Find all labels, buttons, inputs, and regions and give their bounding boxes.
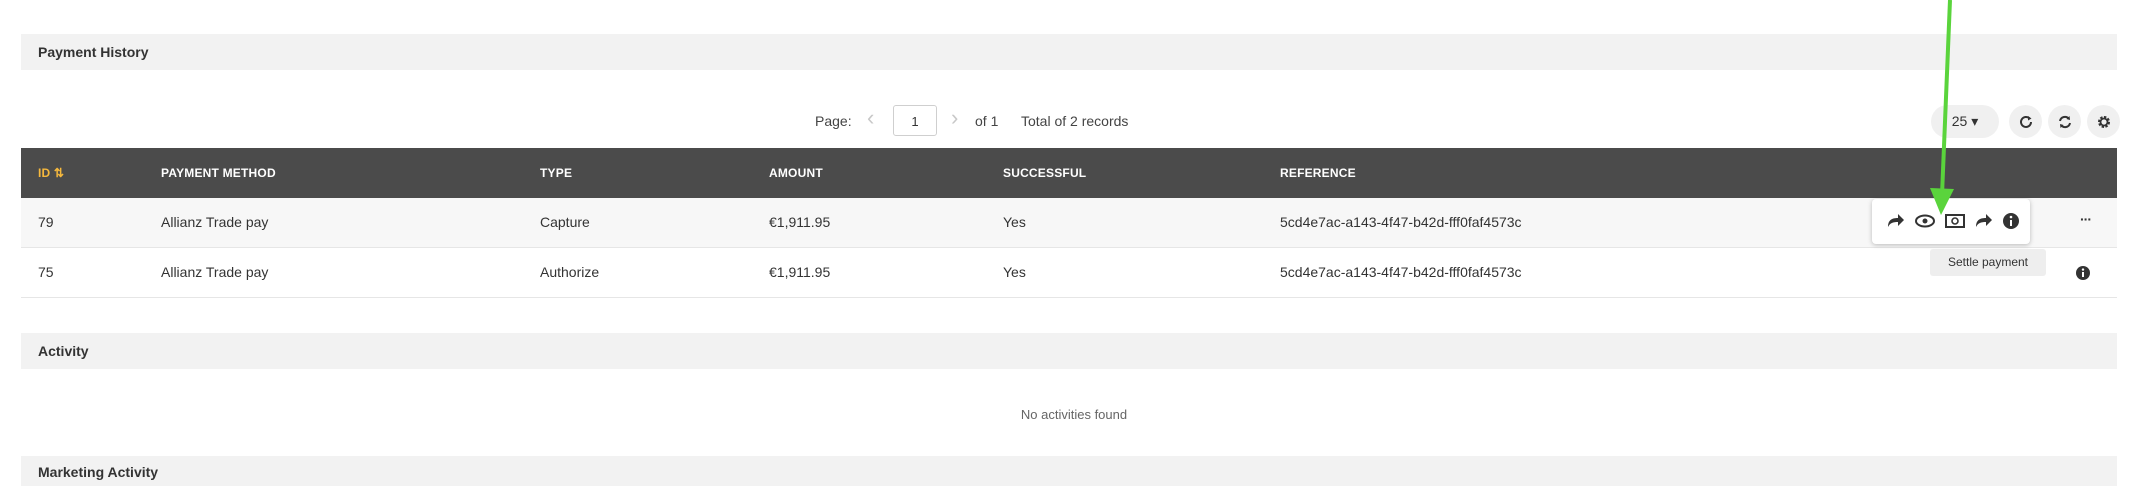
info-icon[interactable] [2000, 210, 2022, 232]
settings-button[interactable] [2087, 105, 2120, 138]
cell-amount: €1,911.95 [769, 214, 831, 230]
cell-id: 75 [38, 264, 54, 280]
forward-icon[interactable] [1884, 210, 1906, 232]
sync-button[interactable] [2048, 105, 2081, 138]
cell-reference: 5cd4e7ac-a143-4f47-b42d-fff0faf4573c [1280, 264, 1522, 280]
cell-successful: Yes [1003, 214, 1026, 230]
gear-icon [2097, 115, 2110, 128]
cell-successful: Yes [1003, 264, 1026, 280]
section-title: Activity [38, 343, 89, 359]
cell-type: Authorize [540, 264, 600, 280]
cell-amount: €1,911.95 [769, 264, 831, 280]
total-records: Total of 2 records [1021, 113, 1129, 129]
marketing-activity-section-header: Marketing Activity [21, 456, 2117, 486]
prev-page-button[interactable]: ‹ [867, 107, 874, 129]
section-title: Payment History [38, 44, 149, 60]
cell-reference: 5cd4e7ac-a143-4f47-b42d-fff0faf4573c [1280, 214, 1522, 230]
refresh-icon [2019, 115, 2032, 128]
cell-payment-method: Allianz Trade pay [161, 214, 269, 230]
table-row[interactable]: 79 Allianz Trade pay Capture €1,911.95 Y… [21, 198, 2117, 248]
row-more-button[interactable]: ··· [2080, 211, 2092, 227]
next-page-button[interactable]: › [951, 107, 958, 129]
cell-payment-method: Allianz Trade pay [161, 264, 269, 280]
column-header-id[interactable]: ID ⇅ [38, 166, 64, 180]
sync-icon [2058, 115, 2071, 128]
table-header: ID ⇅ PAYMENT METHOD TYPE AMOUNT SUCCESSF… [21, 148, 2117, 198]
column-header-payment-method[interactable]: PAYMENT METHOD [161, 166, 276, 180]
activity-section-header: Activity [21, 333, 2117, 369]
column-header-successful[interactable]: SUCCESSFUL [1003, 166, 1086, 180]
column-header-type[interactable]: TYPE [540, 166, 572, 180]
table-row[interactable]: 75 Allianz Trade pay Authorize €1,911.95… [21, 248, 2117, 298]
empty-activity-message: No activities found [1020, 407, 1128, 422]
settle-payment-tooltip: Settle payment [1930, 249, 2046, 276]
page-count: of 1 [975, 113, 999, 129]
annotation-arrow [1930, 0, 1954, 215]
refresh-button[interactable] [2009, 105, 2042, 138]
page-label: Page: [815, 113, 852, 129]
payment-history-section-header: Payment History [21, 34, 2117, 70]
column-header-amount[interactable]: AMOUNT [769, 166, 823, 180]
page-number-input[interactable]: 1 [893, 105, 937, 136]
info-icon[interactable] [2075, 265, 2091, 281]
forward-icon[interactable] [1972, 210, 1994, 232]
column-header-reference[interactable]: REFERENCE [1280, 166, 1356, 180]
cell-id: 79 [38, 214, 54, 230]
cell-type: Capture [540, 214, 590, 230]
